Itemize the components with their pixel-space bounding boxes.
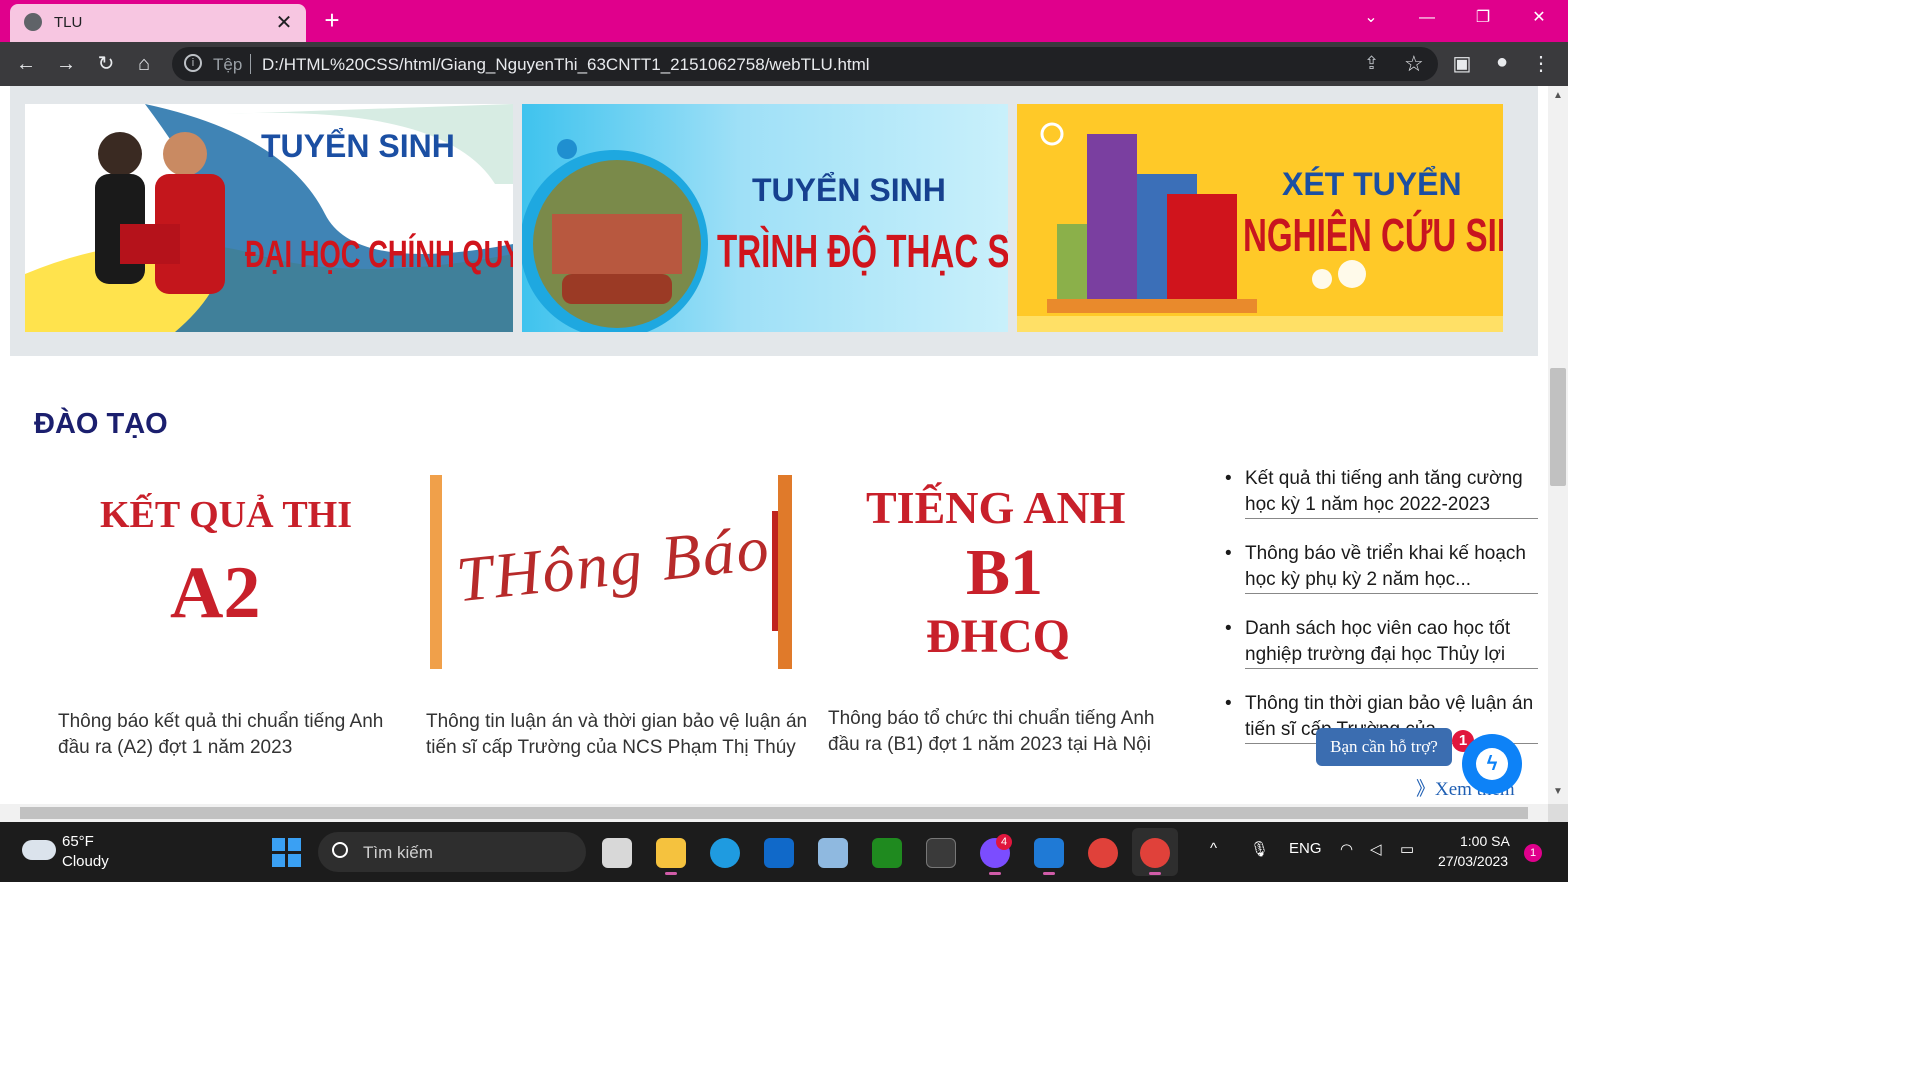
battery-icon[interactable]: ▭ (1400, 840, 1414, 858)
clock-time[interactable]: 1:00 SA (1460, 833, 1510, 849)
notification-badge[interactable]: 1 (1524, 844, 1542, 862)
list-item[interactable]: Kết quả thi tiếng anh tăng cường học kỳ … (1225, 466, 1538, 519)
address-url[interactable]: D:/HTML%20CSS/html/Giang_NguyenThi_63CNT… (262, 55, 870, 75)
news-link[interactable]: Danh sách học viên cao học tốt nghiệp tr… (1245, 616, 1538, 669)
thumb-b1-line2: B1 (966, 536, 1044, 609)
address-separator (250, 54, 251, 74)
vertical-scrollbar[interactable]: ▲ ▼ (1548, 86, 1568, 804)
scroll-down-icon[interactable]: ▼ (1548, 786, 1568, 797)
messenger-chat-button[interactable]: ϟ (1462, 734, 1522, 794)
chrome-icon[interactable] (1088, 838, 1118, 868)
banner-1-line1: TUYỂN SINH (261, 128, 455, 164)
weather-description[interactable]: Cloudy (62, 853, 109, 870)
banner-2-line1: TUYỂN SINH (752, 172, 946, 208)
search-icon (332, 842, 348, 858)
news-link[interactable]: Thông báo về triển khai kế hoạch học kỳ … (1245, 541, 1538, 594)
vertical-scroll-thumb[interactable] (1550, 368, 1566, 486)
restore-icon[interactable]: ❐ (1468, 6, 1498, 30)
clock-date[interactable]: 27/03/2023 (1438, 853, 1508, 869)
card-thumbnail[interactable]: THông Báo (426, 471, 806, 671)
tab-title: TLU (54, 14, 83, 31)
wifi-icon[interactable]: ◠ (1340, 840, 1353, 858)
banner-thac-si[interactable]: TUYỂN SINH TRÌNH ĐỘ THẠC SĨ (522, 104, 1008, 332)
thumb-b1-line3: ĐHCQ (926, 610, 1070, 663)
menu-icon[interactable]: ⋮ (1528, 51, 1554, 76)
side-panel-icon[interactable]: ▣ (1449, 51, 1475, 76)
banner-1-line2: ĐẠI HỌC CHÍNH QUY (245, 234, 513, 276)
banner-nghien-cuu-sinh[interactable]: XÉT TUYỂN NGHIÊN CỨU SINH (1017, 104, 1503, 332)
profile-icon[interactable]: ● (1489, 51, 1515, 74)
messenger-icon: ϟ (1476, 748, 1508, 780)
home-icon[interactable]: ⌂ (130, 50, 158, 78)
news-list: Kết quả thi tiếng anh tăng cường học kỳ … (1225, 466, 1538, 766)
vscode-icon[interactable] (1034, 838, 1064, 875)
page-viewport: TUYỂN SINH ĐẠI HỌC CHÍNH QUY TUYỂN SINH … (0, 86, 1548, 804)
share-icon[interactable]: ⇪ (1364, 53, 1379, 74)
tab-search-icon[interactable]: ⌄ (1356, 6, 1386, 30)
banner-3-line2: NGHIÊN CỨU SINH (1243, 209, 1503, 261)
chevron-up-icon[interactable]: ^ (1210, 840, 1217, 857)
start-button[interactable] (272, 838, 302, 868)
info-icon[interactable]: i (184, 54, 202, 72)
horizontal-scrollbar[interactable] (0, 804, 1548, 822)
list-item[interactable]: Danh sách học viên cao học tốt nghiệp tr… (1225, 616, 1538, 669)
language-indicator[interactable]: ENG (1289, 840, 1322, 857)
messenger-badge: 4 (996, 834, 1012, 850)
xbox-icon[interactable] (872, 838, 902, 868)
banner-3-line1: XÉT TUYỂN (1282, 166, 1462, 202)
globe-icon (24, 13, 42, 31)
news-link[interactable]: Kết quả thi tiếng anh tăng cường học kỳ … (1245, 466, 1538, 519)
banner-dai-hoc-chinh-quy[interactable]: TUYỂN SINH ĐẠI HỌC CHÍNH QUY (25, 104, 513, 332)
new-tab-button[interactable]: + (318, 6, 346, 34)
chrome-active-icon[interactable] (1140, 838, 1170, 875)
photos-icon[interactable] (818, 838, 848, 868)
windows-taskbar: 65°F Cloudy Tìm kiếm 4 ^ 🎙 ENG ◠ ◁ ▭ 1:0… (0, 822, 1568, 882)
thumb-a2-line1: KẾT QUẢ THI (100, 494, 353, 536)
reload-icon[interactable]: ↻ (92, 50, 120, 78)
tab-strip: TLU ✕ + ⌄ — ❐ ✕ (0, 0, 1568, 42)
chat-help-bubble[interactable]: Bạn cần hỗ trợ? (1316, 728, 1452, 766)
address-bar[interactable]: i Tệp D:/HTML%20CSS/html/Giang_NguyenThi… (172, 47, 1438, 81)
bookmark-star-icon[interactable]: ☆ (1404, 51, 1424, 77)
browser-toolbar: ← → ↻ ⌂ i Tệp D:/HTML%20CSS/html/Giang_N… (0, 42, 1568, 86)
section-title: ĐÀO TẠO (34, 408, 168, 440)
list-item[interactable]: Thông báo về triển khai kế hoạch học kỳ … (1225, 541, 1538, 594)
cloud-icon[interactable] (22, 840, 56, 860)
thumb-a2-line2: A2 (170, 552, 261, 634)
card-caption[interactable]: Thông báo kết quả thi chuẩn tiếng Anh đầ… (58, 709, 408, 761)
minimize-icon[interactable]: — (1412, 6, 1442, 30)
weather-temperature[interactable]: 65°F (62, 833, 94, 850)
banner-2-line2: TRÌNH ĐỘ THẠC SĨ (717, 225, 1008, 277)
microphone-icon[interactable]: 🎙 (1250, 840, 1269, 858)
address-scheme: Tệp (213, 55, 243, 74)
card-thumbnail[interactable]: TIẾNG ANH B1 ĐHCQ (828, 471, 1208, 671)
volume-icon[interactable]: ◁ (1370, 840, 1382, 858)
task-view-icon[interactable] (602, 838, 632, 868)
back-icon[interactable]: ← (12, 50, 40, 78)
thumb-b1-line1: TIẾNG ANH (866, 482, 1126, 533)
scrollbar-corner (1548, 804, 1568, 822)
file-explorer-icon[interactable] (656, 838, 686, 875)
forward-icon[interactable]: → (52, 50, 80, 78)
card-thumbnail[interactable]: KẾT QUẢ THI A2 (40, 471, 420, 671)
window-close-icon[interactable]: ✕ (1524, 6, 1554, 30)
card-caption[interactable]: Thông báo tổ chức thi chuẩn tiếng Anh đầ… (828, 706, 1188, 758)
close-tab-icon[interactable]: ✕ (272, 10, 296, 35)
terminal-icon[interactable] (926, 838, 956, 868)
scroll-up-icon[interactable]: ▲ (1548, 90, 1568, 101)
banner-campus-art (522, 139, 708, 332)
browser-tab[interactable]: TLU ✕ (10, 4, 306, 42)
edge-icon[interactable] (710, 838, 740, 868)
card-caption[interactable]: Thông tin luận án và thời gian bảo vệ lu… (426, 709, 820, 761)
taskbar-search[interactable]: Tìm kiếm (318, 832, 586, 872)
horizontal-scroll-thumb[interactable] (20, 807, 1528, 819)
outlook-icon[interactable] (764, 838, 794, 868)
search-placeholder: Tìm kiếm (363, 843, 433, 862)
